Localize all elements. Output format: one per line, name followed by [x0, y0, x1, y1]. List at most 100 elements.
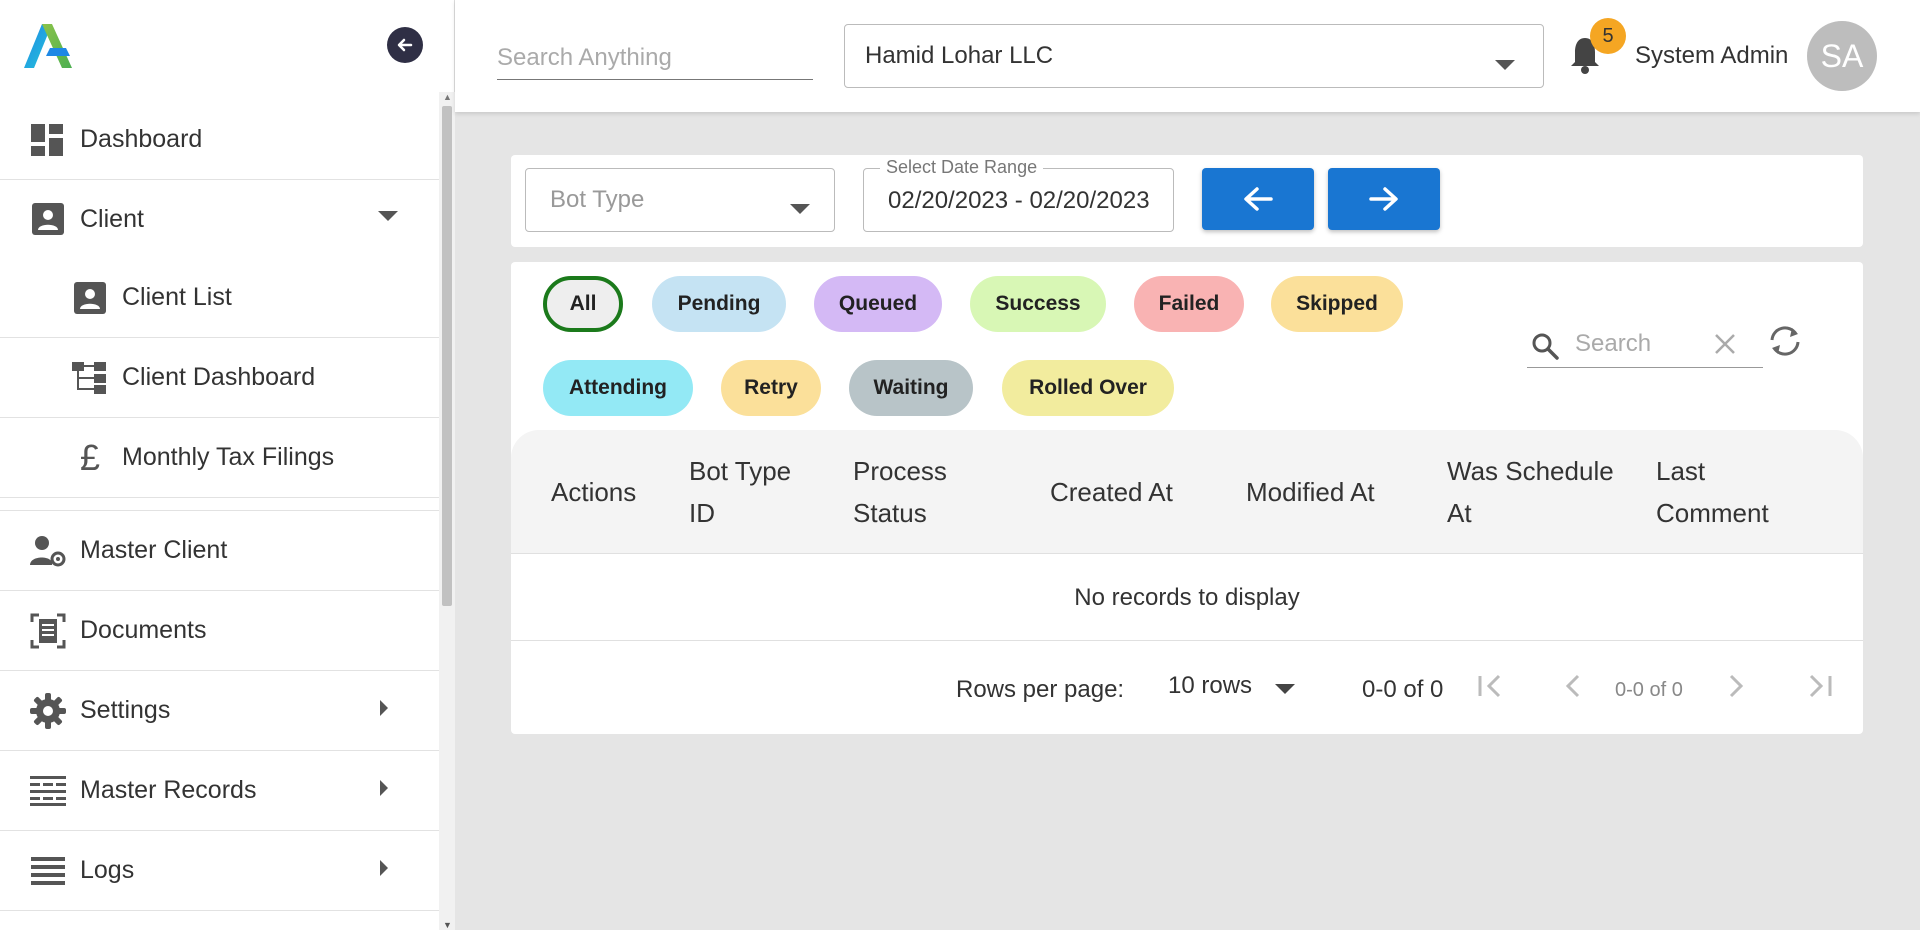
caret-right-icon	[378, 698, 390, 723]
sidebar-item-label: Master Client	[80, 536, 228, 564]
empty-table-message: No records to display	[511, 555, 1863, 641]
status-chip-queued[interactable]: Queued	[814, 276, 942, 332]
pagination-mini-count: 0-0 of 0	[1615, 679, 1683, 701]
column-header-modified-at[interactable]: Modified At	[1246, 471, 1375, 513]
sidebar-item-label: Settings	[80, 696, 171, 724]
collapse-sidebar-button[interactable]	[387, 27, 423, 63]
status-chip-pending[interactable]: Pending	[652, 276, 786, 332]
user-name[interactable]: System Admin	[1635, 42, 1788, 70]
rows-per-page-label: Rows per page:	[956, 676, 1125, 703]
chip-label: All	[569, 292, 597, 315]
search-icon	[1531, 332, 1559, 365]
sidebar-nav: Dashboard Client Client List Client Dash…	[0, 100, 439, 911]
sidebar-item-logs[interactable]: Logs	[0, 831, 439, 911]
date-range-input[interactable]	[888, 185, 1154, 217]
table-search-input[interactable]	[1575, 328, 1705, 360]
column-header-last-comment[interactable]: Last Comment	[1656, 450, 1796, 534]
sidebar-item-label: Client	[80, 204, 144, 233]
company-select-value: Hamid Lohar LLC	[865, 42, 1054, 69]
bot-type-select[interactable]: Bot Type	[525, 168, 835, 232]
sidebar-scrollbar[interactable]: ▲ ▼	[439, 92, 455, 930]
notification-count-badge: 5	[1590, 18, 1626, 54]
column-header-was-schedule-at[interactable]: Was Schedule At	[1447, 450, 1617, 534]
sidebar-item-label: Dashboard	[80, 125, 203, 153]
sidebar-item-dashboard[interactable]: Dashboard	[0, 100, 439, 180]
status-chip-retry[interactable]: Retry	[721, 360, 821, 416]
arrow-right-icon	[1369, 187, 1398, 211]
scroll-down-icon[interactable]: ▼	[443, 920, 452, 930]
chip-label: Retry	[744, 376, 798, 399]
scrollbar-thumb[interactable]	[442, 106, 452, 606]
date-range-field[interactable]: Select Date Range	[863, 157, 1174, 232]
arrow-left-icon	[397, 38, 413, 52]
status-chip-all[interactable]: All	[543, 276, 623, 332]
next-date-button[interactable]	[1328, 168, 1440, 230]
status-chip-success[interactable]: Success	[970, 276, 1106, 332]
first-page-icon[interactable]	[1477, 672, 1503, 705]
records-card: All Pending Queued Success Failed Skippe…	[511, 262, 1863, 734]
previous-date-button[interactable]	[1202, 168, 1314, 230]
caret-down-icon	[790, 195, 810, 223]
last-page-icon[interactable]	[1807, 672, 1833, 705]
hierarchy-icon	[72, 360, 108, 396]
status-chip-skipped[interactable]: Skipped	[1271, 276, 1403, 332]
sidebar: Dashboard Client Client List Client Dash…	[0, 0, 455, 930]
sidebar-item-settings[interactable]: Settings	[0, 671, 439, 751]
sidebar-item-label: Client Dashboard	[122, 363, 316, 391]
user-gear-icon	[30, 533, 66, 569]
previous-page-icon[interactable]	[1564, 672, 1582, 705]
status-chip-rolled-over[interactable]: Rolled Over	[1002, 360, 1174, 416]
sidebar-item-master-client[interactable]: Master Client	[0, 511, 439, 591]
gear-icon	[30, 692, 66, 729]
sidebar-item-client-list[interactable]: Client List	[0, 258, 439, 338]
sidebar-item-label: Logs	[80, 856, 135, 884]
column-header-actions[interactable]: Actions	[551, 471, 636, 513]
top-bar: Hamid Lohar LLC 5 System Admin SA	[455, 0, 1920, 112]
sidebar-item-label: Master Records	[80, 776, 257, 804]
sidebar-item-label: Client List	[122, 283, 232, 311]
chip-label: Pending	[677, 292, 761, 315]
dashboard-icon	[30, 122, 66, 158]
scroll-up-icon[interactable]: ▲	[443, 92, 452, 102]
column-header-process-status[interactable]: Process Status	[853, 450, 983, 534]
caret-right-icon	[378, 858, 390, 883]
bot-type-placeholder: Bot Type	[550, 186, 645, 213]
avatar[interactable]: SA	[1807, 21, 1877, 91]
chip-label: Attending	[569, 376, 667, 399]
chip-label: Failed	[1158, 292, 1220, 315]
list-icon	[30, 853, 66, 889]
caret-right-icon	[378, 778, 390, 803]
chip-label: Skipped	[1296, 292, 1378, 315]
column-header-bot-type-id[interactable]: Bot Type ID	[689, 450, 799, 534]
clear-search-icon[interactable]	[1713, 332, 1737, 361]
table-icon	[30, 773, 66, 809]
document-scan-icon	[30, 613, 66, 649]
caret-down-icon[interactable]	[1275, 683, 1295, 701]
person-box-icon	[30, 201, 66, 237]
company-select[interactable]: Hamid Lohar LLC	[844, 24, 1544, 88]
sidebar-item-monthly-tax-filings[interactable]: £ Monthly Tax Filings	[0, 418, 439, 498]
sidebar-item-client[interactable]: Client	[0, 180, 439, 258]
sidebar-item-client-dashboard[interactable]: Client Dashboard	[0, 338, 439, 418]
refresh-icon[interactable]	[1766, 324, 1804, 363]
column-header-created-at[interactable]: Created At	[1050, 471, 1173, 513]
sidebar-item-label: Monthly Tax Filings	[122, 443, 335, 471]
date-range-label: Select Date Range	[880, 157, 1044, 178]
status-chip-waiting[interactable]: Waiting	[849, 360, 973, 416]
sidebar-item-documents[interactable]: Documents	[0, 591, 439, 671]
chip-label: Waiting	[873, 376, 949, 399]
chip-label: Queued	[838, 292, 918, 315]
table-search	[1527, 322, 1763, 368]
next-page-icon[interactable]	[1727, 672, 1745, 705]
status-chip-attending[interactable]: Attending	[543, 360, 693, 416]
sidebar-item-master-records[interactable]: Master Records	[0, 751, 439, 831]
chip-label: Success	[995, 292, 1081, 315]
rows-per-page-select[interactable]: 10 rows	[1168, 672, 1252, 700]
status-chip-failed[interactable]: Failed	[1134, 276, 1244, 332]
caret-down-icon	[1495, 51, 1515, 79]
person-box-icon	[72, 280, 108, 316]
global-search-input[interactable]	[497, 36, 813, 80]
table-header: Actions Bot Type ID Process Status Creat…	[511, 430, 1863, 554]
caret-down-icon	[378, 210, 398, 228]
app-logo	[20, 18, 84, 70]
